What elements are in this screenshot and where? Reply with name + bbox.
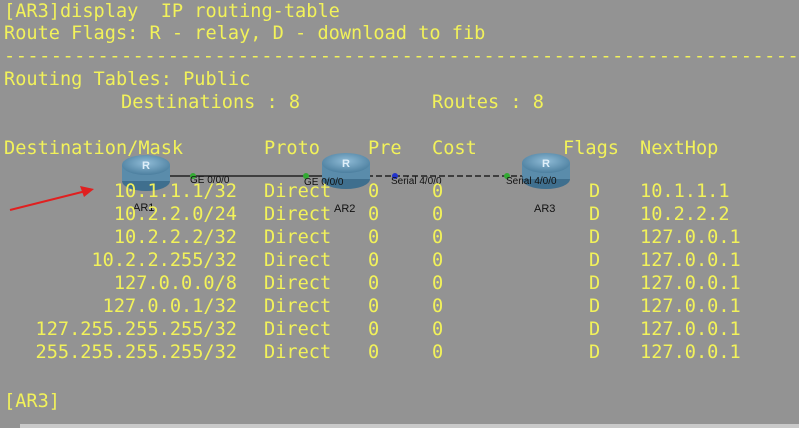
route-cost: 0 — [432, 227, 444, 248]
route-pre: 0 — [368, 204, 380, 225]
route-proto: Direct — [264, 273, 332, 294]
route-cost: 0 — [432, 181, 444, 202]
route-nexthop: 127.0.0.1 — [640, 319, 741, 340]
route-pre: 0 — [368, 273, 380, 294]
route-flags: D — [589, 227, 601, 248]
router-ar2-label[interactable]: AR2 — [334, 203, 355, 215]
route-pre: 0 — [368, 319, 380, 340]
route-nexthop: 127.0.0.1 — [640, 250, 741, 271]
route-flags: D — [589, 273, 601, 294]
header-pre: Pre — [368, 138, 402, 159]
route-proto: Direct — [264, 181, 332, 202]
destinations-count: Destinations : 8 — [121, 92, 301, 113]
route-proto: Direct — [264, 342, 332, 363]
route-nexthop: 127.0.0.1 — [640, 273, 741, 294]
route-flags: D — [589, 250, 601, 271]
router-ar3-label[interactable]: AR3 — [534, 203, 555, 215]
header-flags: Flags — [563, 138, 619, 159]
svg-text:R: R — [542, 158, 550, 170]
routes-count: Routes : 8 — [432, 92, 544, 113]
route-destination: 127.255.255.255/32 — [35, 319, 238, 340]
route-destination: 10.2.2.0/24 — [113, 204, 237, 225]
header-proto: Proto — [264, 138, 320, 159]
route-proto: Direct — [264, 296, 332, 317]
routing-tables-label: Routing Tables: Public — [4, 69, 251, 90]
route-flags: D — [589, 319, 601, 340]
command-line: [AR3]display IP routing-table — [4, 1, 340, 22]
route-cost: 0 — [432, 204, 444, 225]
route-proto: Direct — [264, 250, 332, 271]
terminal-screen[interactable]: [AR3]display IP routing-table Route Flag… — [0, 0, 799, 428]
route-proto: Direct — [264, 204, 332, 225]
header-nexthop: NextHop — [640, 138, 719, 159]
route-flags: D — [589, 181, 601, 202]
route-cost: 0 — [432, 296, 444, 317]
route-cost: 0 — [432, 342, 444, 363]
route-flags: D — [589, 342, 601, 363]
route-destination: 255.255.255.255/32 — [35, 342, 238, 363]
route-destination: 10.2.2.2/32 — [113, 227, 237, 248]
route-destination: 127.0.0.1/32 — [102, 296, 237, 317]
svg-text:R: R — [342, 158, 350, 170]
route-pre: 0 — [368, 342, 380, 363]
route-flags: D — [589, 296, 601, 317]
route-nexthop: 10.2.2.2 — [640, 204, 730, 225]
separator-line: ----------------------------------------… — [4, 46, 799, 67]
route-cost: 0 — [432, 319, 444, 340]
route-flags-legend: Route Flags: R - relay, D - download to … — [4, 23, 486, 44]
horizontal-scrollbar[interactable] — [20, 424, 799, 428]
route-flags: D — [589, 204, 601, 225]
header-cost: Cost — [432, 138, 477, 159]
route-pre: 0 — [368, 227, 380, 248]
route-nexthop: 127.0.0.1 — [640, 227, 741, 248]
route-proto: Direct — [264, 319, 332, 340]
route-pre: 0 — [368, 296, 380, 317]
route-destination: 10.2.2.255/32 — [91, 250, 237, 271]
route-cost: 0 — [432, 250, 444, 271]
route-pre: 0 — [368, 181, 380, 202]
route-destination: 10.1.1.1/32 — [113, 181, 237, 202]
route-nexthop: 127.0.0.1 — [640, 342, 741, 363]
ar3-serial-interface-label: Serial 4/0/0 — [506, 176, 557, 187]
route-nexthop: 127.0.0.1 — [640, 296, 741, 317]
route-proto: Direct — [264, 227, 332, 248]
route-pre: 0 — [368, 250, 380, 271]
route-destination: 127.0.0.0/8 — [113, 273, 237, 294]
header-destination-mask: Destination/Mask — [4, 138, 184, 159]
route-nexthop: 10.1.1.1 — [640, 181, 730, 202]
svg-text:R: R — [142, 160, 150, 172]
cli-prompt[interactable]: [AR3] — [4, 390, 60, 413]
route-cost: 0 — [432, 273, 444, 294]
